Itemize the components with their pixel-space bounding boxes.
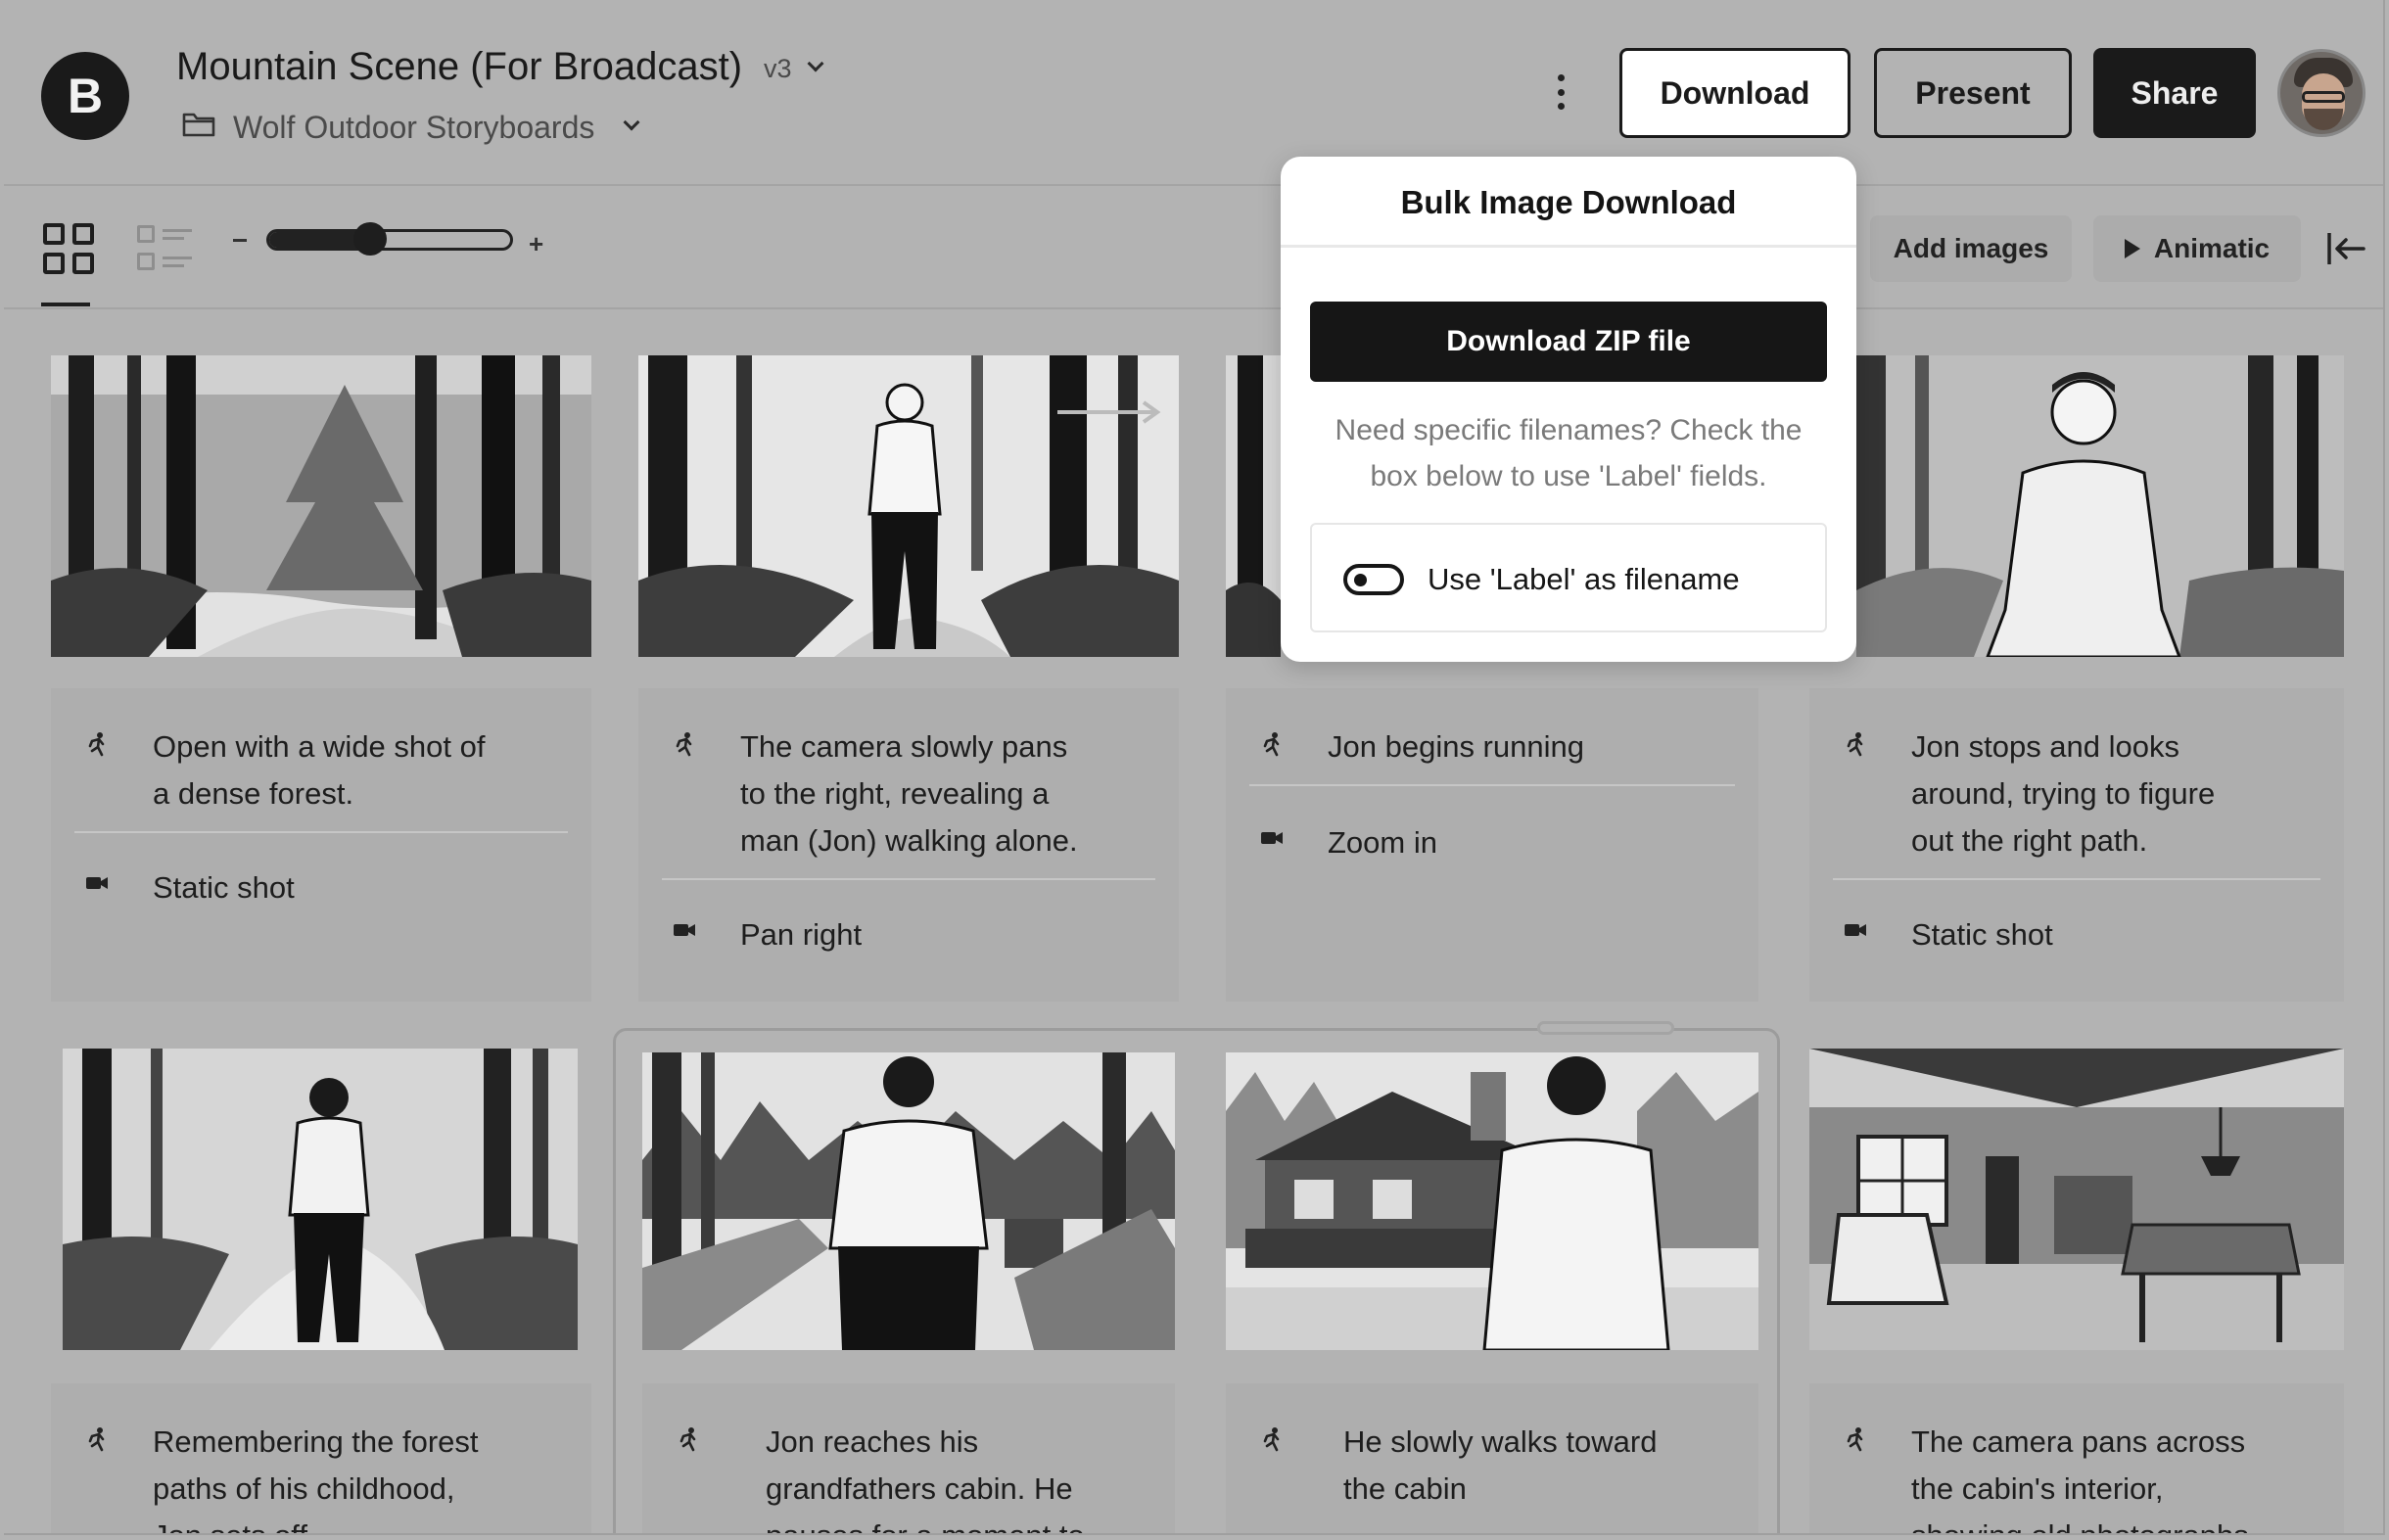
- frame-card-2[interactable]: The camera slowly pans to the right, reve…: [638, 688, 1179, 1002]
- animatic-button[interactable]: Animatic: [2093, 215, 2301, 282]
- frame-7-image[interactable]: [1226, 1052, 1758, 1350]
- frame-action-text: The camera pans across: [1911, 1424, 2246, 1459]
- frame-action-text: Jon stops and looks: [1911, 729, 2180, 764]
- project-title[interactable]: Mountain Scene (For Broadcast): [176, 45, 742, 89]
- frame-camera-text: Zoom in: [1328, 825, 1437, 860]
- frame-3-image[interactable]: [1226, 355, 1281, 657]
- share-button[interactable]: Share: [2093, 48, 2256, 138]
- frame-action-text: to the right, revealing a: [740, 776, 1050, 811]
- frame-card-4[interactable]: Jon stops and looks around, trying to fig…: [1809, 688, 2344, 1002]
- frame-2-image[interactable]: [638, 355, 1179, 657]
- zoom-slider-handle[interactable]: [352, 222, 387, 256]
- frame-action-text: paths of his childhood,: [153, 1471, 455, 1506]
- toolbar: + Add images Animatic: [4, 188, 2383, 309]
- frame-card-8[interactable]: The camera pans across the cabin's interi…: [1809, 1383, 2344, 1533]
- grid-view-icon[interactable]: [43, 223, 94, 274]
- frame-action-text: the cabin: [1343, 1471, 1467, 1506]
- frame-6-image[interactable]: [642, 1052, 1175, 1350]
- label-filename-text: Use 'Label' as filename: [1428, 562, 1740, 596]
- frame-action-text: Jon sets off...: [153, 1513, 479, 1533]
- video-camera-icon: [1845, 924, 1866, 936]
- popup-divider: [1281, 245, 1856, 248]
- frame-action-text: grandfathers cabin. He: [766, 1471, 1073, 1506]
- frame-action-text: The camera slowly pans: [740, 729, 1068, 764]
- popup-help-line: Need specific filenames? Check the: [1335, 414, 1803, 446]
- animatic-label: Animatic: [2153, 233, 2271, 263]
- running-person-icon: [1263, 1427, 1280, 1452]
- frame-card-3[interactable]: Jon begins running Zoom in: [1226, 688, 1758, 1002]
- play-icon: [2124, 239, 2140, 258]
- popup-help-line: box below to use 'Label' fields.: [1370, 460, 1767, 492]
- frame-action-text: the cabin's interior,: [1911, 1471, 2164, 1506]
- video-camera-icon: [674, 924, 695, 936]
- frame-action-text: showing old photographs...: [1911, 1513, 2274, 1533]
- list-view-icon[interactable]: [137, 225, 192, 274]
- folder-icon: [182, 113, 215, 137]
- zoom-out-icon[interactable]: [233, 239, 247, 242]
- frame-action-text: a dense forest.: [153, 776, 354, 811]
- frame-camera-text: Static shot: [1911, 917, 2053, 952]
- running-person-icon: [679, 1427, 696, 1452]
- zoom-slider[interactable]: [266, 229, 513, 251]
- frame-card-5[interactable]: Remembering the forest paths of his child…: [51, 1383, 591, 1533]
- video-camera-icon: [1261, 832, 1283, 844]
- frame-card-6[interactable]: Jon reaches his grandfathers cabin. He pau…: [642, 1383, 1175, 1533]
- download-button[interactable]: Download: [1619, 48, 1850, 138]
- frame-camera-text: Static shot: [153, 870, 295, 905]
- frame-action-text: Remembering the forest: [153, 1424, 479, 1459]
- chevron-down-icon[interactable]: [807, 55, 824, 72]
- frame-card-7[interactable]: He slowly walks toward the cabin: [1226, 1383, 1758, 1533]
- scene-group-handle[interactable]: [1537, 1021, 1674, 1035]
- frame-8-image[interactable]: [1809, 1049, 2344, 1350]
- frame-action-text: Jon begins running: [1328, 729, 1584, 764]
- frame-camera-text: Pan right: [740, 917, 863, 952]
- present-button[interactable]: Present: [1874, 48, 2072, 138]
- running-person-icon: [676, 732, 692, 757]
- frame-action-text: Open with a wide shot of: [153, 729, 486, 764]
- popup-help-text: Need specific filenames? Check the box b…: [1310, 407, 1827, 499]
- download-zip-button[interactable]: Download ZIP file: [1310, 302, 1827, 382]
- kebab-menu-icon[interactable]: [1556, 74, 1566, 110]
- running-person-icon: [1847, 1427, 1863, 1452]
- label-filename-toggle[interactable]: [1343, 564, 1404, 595]
- frame-4-image[interactable]: [1856, 355, 2344, 657]
- running-person-icon: [88, 1427, 105, 1452]
- app-logo[interactable]: B: [41, 52, 129, 140]
- collapse-panel-icon[interactable]: [2326, 231, 2366, 266]
- frame-action-text: Jon reaches his: [766, 1424, 979, 1459]
- chevron-down-icon[interactable]: [623, 114, 640, 131]
- bulk-download-popup: Bulk Image Download Download ZIP file Ne…: [1281, 157, 1856, 662]
- running-person-icon: [1847, 732, 1863, 757]
- frame-action-text: man (Jon) walking alone.: [740, 823, 1078, 858]
- popup-title: Bulk Image Download: [1400, 184, 1737, 220]
- running-person-icon: [1263, 732, 1280, 757]
- active-view-indicator: [41, 303, 90, 306]
- frame-action-text: out the right path.: [1911, 823, 2148, 858]
- frame-action-text: around, trying to figure: [1911, 776, 2216, 811]
- version-label[interactable]: v3: [764, 54, 792, 84]
- zoom-in-icon[interactable]: +: [529, 229, 543, 259]
- header: B Mountain Scene (For Broadcast) v3 Wolf…: [4, 0, 2383, 186]
- label-filename-option[interactable]: Use 'Label' as filename: [1310, 523, 1827, 632]
- user-avatar[interactable]: [2277, 49, 2366, 137]
- video-camera-icon: [86, 877, 108, 889]
- frame-1-image[interactable]: [51, 355, 591, 657]
- frame-action-text: pauses for a moment to...: [766, 1513, 1110, 1533]
- frame-action-text: He slowly walks toward: [1343, 1424, 1658, 1459]
- running-person-icon: [88, 732, 105, 757]
- folder-name[interactable]: Wolf Outdoor Storyboards: [233, 110, 594, 146]
- add-images-button[interactable]: Add images: [1870, 215, 2072, 282]
- app-window: B Mountain Scene (For Broadcast) v3 Wolf…: [4, 0, 2385, 1535]
- frame-5-image[interactable]: [63, 1049, 578, 1350]
- frame-card-1[interactable]: Open with a wide shot of a dense forest. …: [51, 688, 591, 1002]
